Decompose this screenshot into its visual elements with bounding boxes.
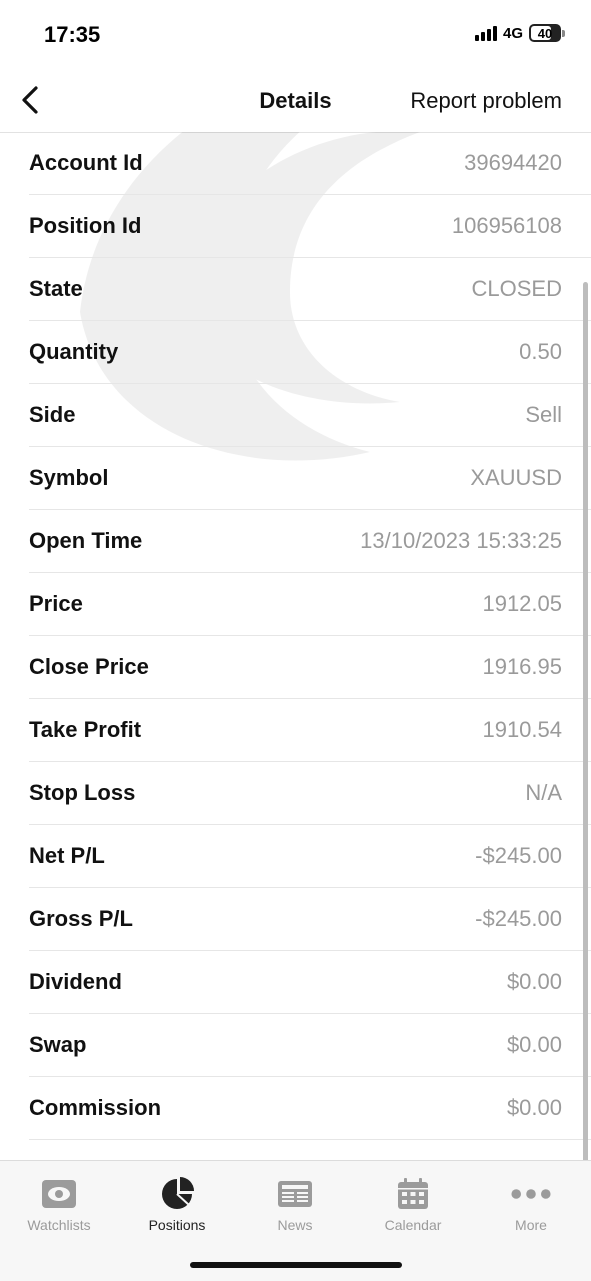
- detail-label: Close Price: [29, 654, 149, 679]
- tab-label: Calendar: [384, 1217, 442, 1233]
- detail-label: Dividend: [29, 969, 122, 994]
- detail-row: State CLOSED: [29, 258, 591, 321]
- detail-row: Price 1912.05: [29, 573, 591, 636]
- navigation-bar: Details Report problem: [0, 70, 591, 133]
- back-button[interactable]: [14, 82, 50, 118]
- status-bar: 17:35 4G 40: [0, 0, 591, 70]
- tab-label: Watchlists: [27, 1217, 91, 1233]
- pie-chart-icon: [162, 1177, 194, 1209]
- detail-value: 1916.95: [482, 654, 562, 679]
- detail-label: Position Id: [29, 213, 142, 238]
- detail-label: Take Profit: [29, 717, 142, 742]
- tab-label: More: [515, 1217, 547, 1233]
- detail-value: -$245.00: [475, 843, 562, 868]
- detail-label: Net P/L: [29, 843, 105, 868]
- detail-row: Symbol XAUUSD: [29, 447, 591, 510]
- detail-label: Gross P/L: [29, 906, 133, 931]
- battery-level: 40: [537, 25, 553, 41]
- detail-row: Net P/L -$245.00: [29, 825, 591, 888]
- detail-value: $0.00: [506, 1032, 562, 1057]
- more-dots-icon: [511, 1189, 551, 1199]
- calendar-icon: [398, 1178, 428, 1209]
- tab-more[interactable]: More: [472, 1177, 590, 1233]
- detail-value: N/A: [525, 780, 562, 805]
- detail-value: 13/10/2023 15:33:25: [360, 528, 562, 553]
- detail-value: 39694420: [464, 150, 562, 175]
- tab-calendar[interactable]: Calendar: [354, 1177, 472, 1233]
- detail-value: CLOSED: [471, 276, 562, 301]
- scrollbar[interactable]: [583, 282, 588, 1160]
- detail-label: Symbol: [29, 465, 109, 490]
- detail-label: Stop Loss: [29, 780, 136, 805]
- eye-icon: [42, 1180, 76, 1208]
- detail-label: Quantity: [29, 339, 119, 364]
- status-indicators: 4G 40: [474, 24, 565, 42]
- detail-row: Gross P/L -$245.00: [29, 888, 591, 951]
- network-label: 4G: [502, 24, 523, 42]
- detail-row: Commission $0.00: [29, 1077, 591, 1140]
- detail-value: $0.00: [506, 1095, 562, 1120]
- detail-value: 106956108: [451, 213, 562, 238]
- detail-label: Open Time: [29, 528, 143, 553]
- detail-label: Commission: [29, 1095, 162, 1120]
- home-indicator[interactable]: [190, 1262, 402, 1268]
- signal-icon: [474, 25, 497, 41]
- detail-row: Open Time 13/10/2023 15:33:25: [29, 510, 591, 573]
- detail-row: Quantity 0.50: [29, 321, 591, 384]
- newspaper-icon: [278, 1181, 312, 1207]
- battery-icon: 40: [529, 24, 565, 42]
- report-problem-button[interactable]: Report problem: [410, 88, 562, 114]
- detail-label: State: [29, 276, 83, 301]
- detail-row: Account Id 39694420: [29, 132, 591, 195]
- tab-watchlists[interactable]: Watchlists: [0, 1177, 118, 1233]
- detail-row: Take Profit 1910.54: [29, 699, 591, 762]
- chevron-left-icon: [22, 86, 38, 114]
- detail-label: Side: [29, 402, 76, 427]
- detail-row: Position Id 106956108: [29, 195, 591, 258]
- detail-row: Dividend $0.00: [29, 951, 591, 1014]
- tab-label: Positions: [148, 1217, 206, 1233]
- tab-news[interactable]: News: [236, 1177, 354, 1233]
- detail-value: Sell: [525, 402, 562, 427]
- detail-row: Close Price 1916.95: [29, 636, 591, 699]
- details-list[interactable]: Account Id 39694420 Position Id 106956108 St…: [0, 132, 591, 1160]
- detail-value: -$245.00: [475, 906, 562, 931]
- detail-label: Account Id: [29, 150, 143, 175]
- detail-row: Side Sell: [29, 384, 591, 447]
- detail-value: $0.00: [506, 969, 562, 994]
- detail-value: 1912.05: [482, 591, 562, 616]
- tab-label: News: [277, 1217, 313, 1233]
- tab-positions[interactable]: Positions: [118, 1177, 236, 1233]
- detail-row: Swap $0.00: [29, 1014, 591, 1077]
- detail-label: Swap: [29, 1032, 87, 1057]
- detail-value: 1910.54: [482, 717, 562, 742]
- detail-label: Price: [29, 591, 83, 616]
- detail-value: XAUUSD: [470, 465, 562, 490]
- detail-row: Stop Loss N/A: [29, 762, 591, 825]
- status-time: 17:35: [44, 22, 101, 47]
- detail-value: 0.50: [519, 339, 562, 364]
